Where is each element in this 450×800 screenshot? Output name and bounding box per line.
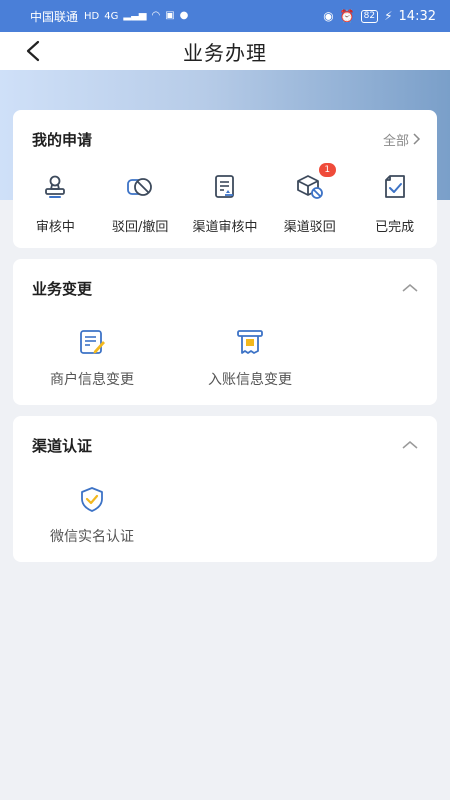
receipt-icon <box>235 327 265 357</box>
nav-bar: 业务办理 <box>0 32 450 70</box>
business-change-title: 业务变更 <box>32 279 93 298</box>
business-change-header: 业务变更 <box>32 277 421 299</box>
shield-check-icon <box>77 484 107 514</box>
carrier-name: 中国联通 <box>30 9 79 24</box>
view-all-link[interactable]: 全部 <box>383 130 421 149</box>
message-icon: ● <box>179 10 189 21</box>
business-change-row: 商户信息变更 入账信息变更 <box>13 327 329 389</box>
application-status-row: 审核中 驳回/撤回 渠道审核中 1 渠道驳回 已完成 <box>13 163 437 235</box>
status-completed[interactable]: 已完成 <box>352 172 437 235</box>
wechat-realname-auth-label: 微信实名认证 <box>50 529 134 545</box>
status-bar: 中国联通 HD 4G ▂▃▅ ◠ ▣ ● ◉ ⏰ 82 ⚡ 14:32 <box>0 0 450 32</box>
status-reviewing[interactable]: 审核中 <box>13 172 98 235</box>
channel-auth-card: 渠道认证 微信实名认证 <box>13 416 437 562</box>
channel-auth-row: 微信实名认证 <box>13 484 171 546</box>
status-completed-label: 已完成 <box>375 220 415 235</box>
status-rejected-withdrawn[interactable]: 驳回/撤回 <box>98 172 183 235</box>
status-rejected-withdrawn-label: 驳回/撤回 <box>112 220 169 235</box>
status-right: ◉ ⏰ 82 ⚡ 14:32 <box>323 9 436 24</box>
my-applications-card: 我的申请 全部 审核中 驳回/撤回 渠道审核中 1 渠道驳回 已完成 <box>13 110 437 248</box>
chevron-up-icon <box>402 441 418 449</box>
chevron-right-icon <box>413 133 421 145</box>
box-rejected-icon: 1 <box>295 163 336 202</box>
channel-auth-header: 渠道认证 <box>32 434 421 456</box>
status-channel-rejected[interactable]: 1 渠道驳回 <box>267 163 352 235</box>
network-indicators: HD 4G ▂▃▅ ◠ ▣ ● <box>84 11 188 22</box>
check-document-icon <box>380 172 410 202</box>
network-type: 4G <box>104 10 119 22</box>
settlement-info-change[interactable]: 入账信息变更 <box>171 327 329 389</box>
page-title: 业务办理 <box>183 40 267 65</box>
chevron-up-icon <box>402 284 418 292</box>
status-channel-rejected-label: 渠道驳回 <box>283 220 336 235</box>
back-button[interactable] <box>18 36 48 66</box>
settlement-info-change-label: 入账信息变更 <box>208 372 292 388</box>
eye-icon: ◉ <box>323 9 334 23</box>
document-review-icon <box>210 172 240 202</box>
status-channel-reviewing-label: 渠道审核中 <box>192 220 258 235</box>
prohibited-icon <box>125 172 155 202</box>
wechat-realname-auth[interactable]: 微信实名认证 <box>13 484 171 546</box>
channel-auth-title: 渠道认证 <box>32 436 93 455</box>
status-left: 中国联通 HD 4G ▂▃▅ ◠ ▣ ● <box>30 8 188 25</box>
chevron-left-icon <box>26 40 40 62</box>
charging-icon: ⚡ <box>384 9 393 23</box>
business-change-card: 业务变更 商户信息变更 入账信息变更 <box>13 259 437 405</box>
collapse-button[interactable] <box>399 434 421 456</box>
stamp-icon <box>40 172 70 202</box>
merchant-info-change-label: 商户信息变更 <box>50 372 134 388</box>
clock: 14:32 <box>398 8 436 24</box>
status-reviewing-label: 审核中 <box>35 220 75 235</box>
battery-level: 82 <box>360 9 379 23</box>
merchant-info-change[interactable]: 商户信息变更 <box>13 327 171 389</box>
my-applications-title: 我的申请 <box>32 130 93 149</box>
notification-badge: 1 <box>318 163 336 177</box>
signal-icon: ▂▃▅ <box>123 10 147 21</box>
my-applications-header: 我的申请 全部 <box>32 128 421 150</box>
status-channel-reviewing[interactable]: 渠道审核中 <box>183 172 268 235</box>
wifi-icon: ◠ <box>151 10 161 21</box>
collapse-button[interactable] <box>399 277 421 299</box>
edit-document-icon <box>77 327 107 357</box>
view-all-label: 全部 <box>382 133 409 149</box>
hd-indicator: HD <box>84 10 100 22</box>
sim-icon: ▣ <box>165 10 175 21</box>
alarm-icon: ⏰ <box>339 9 355 23</box>
